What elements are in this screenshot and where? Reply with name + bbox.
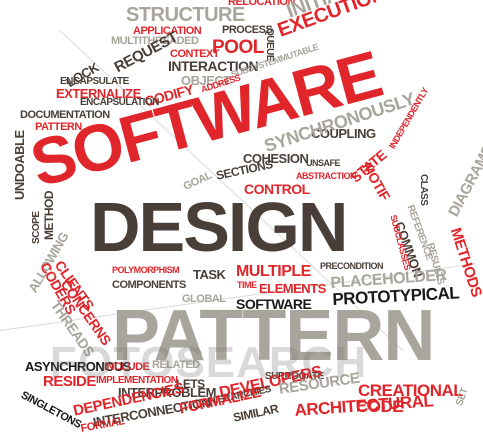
word-multiple: MULTIPLE — [236, 263, 311, 280]
word-unsafe: UNSAFE — [306, 158, 341, 168]
headline-design: DESIGN — [90, 188, 348, 266]
word-scope: SCOPE — [31, 211, 42, 244]
watermark-text: FOTOSEARCH — [50, 338, 368, 387]
word-pool: POOL — [212, 37, 264, 58]
word-sections: SECTIONS — [214, 157, 274, 183]
word-architectural: ARCHITECTURAL — [293, 391, 434, 420]
word-structure: STRUCTURE — [126, 4, 245, 26]
word-cloud-image: STRUCTURE RELOCATION APPLICATION PROCESS… — [0, 0, 483, 438]
word-undoable: UNDOABLE — [12, 130, 27, 200]
word-class: CLASS — [418, 174, 429, 206]
word-similar: SIMILAR — [231, 401, 280, 425]
word-diagrams: DIAGRAMS — [445, 142, 483, 220]
word-components: COMPONENTS — [112, 279, 186, 291]
word-time: TIME — [237, 280, 257, 290]
word-elements: ELEMENTS — [259, 281, 326, 296]
word-polymorphism: POLYMORPHISM — [112, 265, 180, 275]
word-task: TASK — [193, 267, 226, 282]
word-formal: FORMAL — [79, 415, 126, 435]
word-motif: MOTIF — [359, 159, 394, 204]
